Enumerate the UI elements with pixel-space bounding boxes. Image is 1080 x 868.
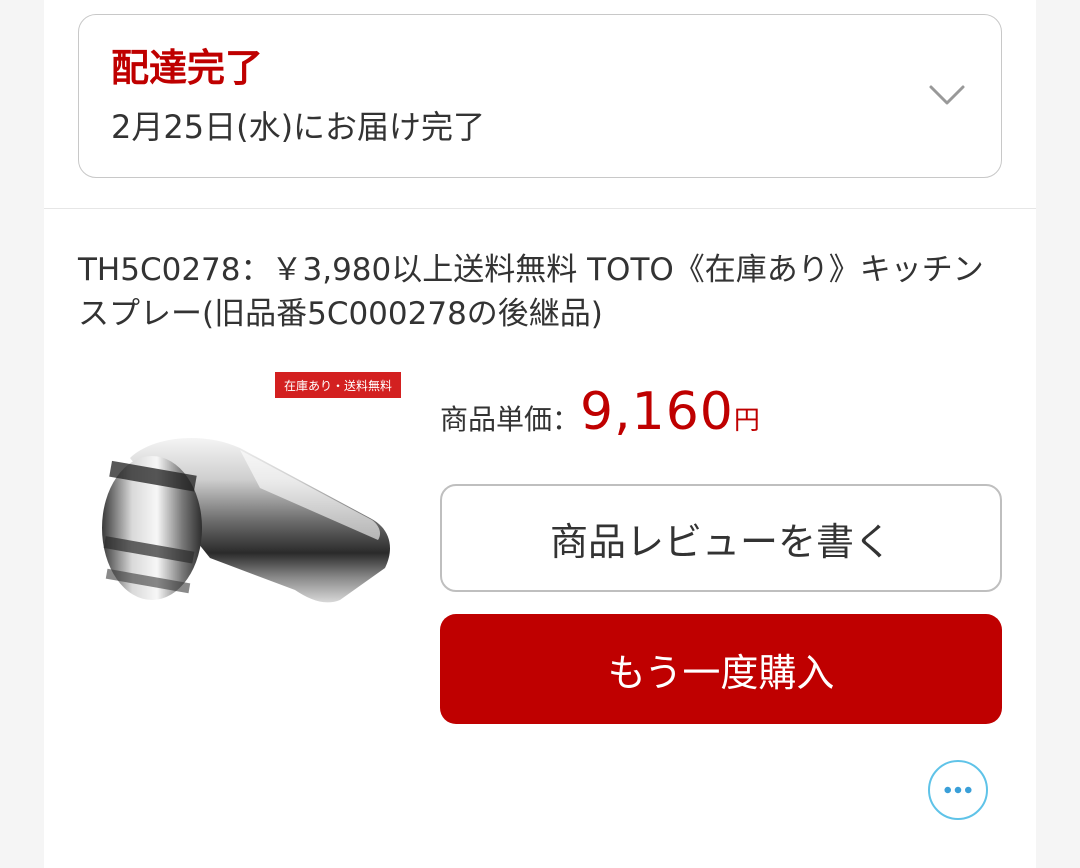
chevron-down-icon[interactable]: [927, 75, 967, 115]
stock-badge-text: 在庫あり・送料無料: [284, 378, 392, 393]
price-value: 9,160: [580, 382, 734, 442]
buy-again-button[interactable]: もう一度購入: [440, 614, 1002, 724]
section-divider: [44, 208, 1036, 209]
price-label: 商品単価：: [440, 403, 581, 436]
product-image[interactable]: 在庫あり・送料無料: [90, 368, 410, 618]
more-dots-icon[interactable]: [928, 760, 988, 820]
delivery-status-title: 配達完了: [111, 46, 264, 90]
write-review-button[interactable]: 商品レビューを書く: [440, 484, 1002, 592]
delivery-date-text: 2月25日(水)にお届け完了: [111, 108, 486, 146]
product-title[interactable]: TH5C0278：￥3,980以上送料無料 TOTO《在庫あり》キッチンスプレー…: [78, 248, 1008, 336]
delivery-status-panel[interactable]: 配達完了 2月25日(水)にお届け完了: [78, 14, 1002, 178]
unit-price: 商品単価：9,160円: [440, 382, 760, 452]
price-unit: 円: [733, 406, 760, 436]
